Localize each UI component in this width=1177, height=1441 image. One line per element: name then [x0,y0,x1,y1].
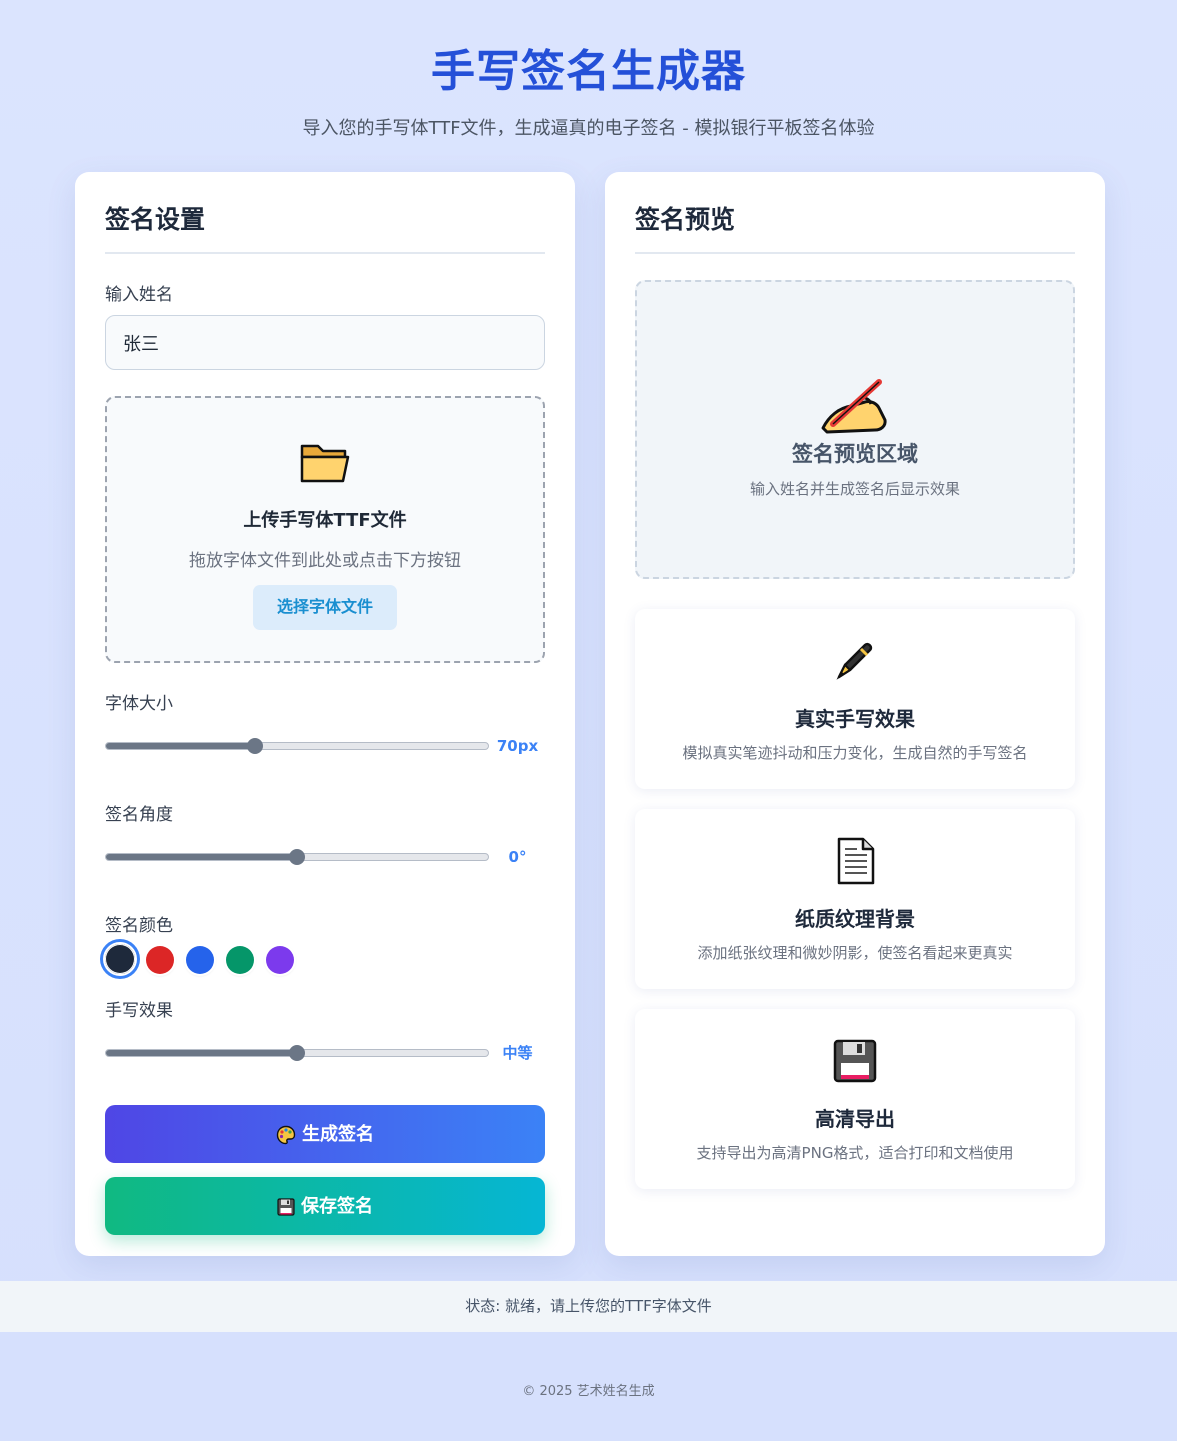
feature-title: 真实手写效果 [795,707,915,731]
status-bar: 状态: 就绪，请上传您的TTF字体文件 [0,1281,1177,1332]
color-swatch[interactable] [103,942,137,976]
font-size-slider-fill [106,743,255,749]
floppy-disk-icon [833,1039,877,1083]
angle-value: 0° [508,848,527,866]
page-header: 手写签名生成器 导入您的手写体TTF文件，生成逼真的电子签名 - 模拟银行平板签… [0,0,1177,172]
feature-card: 高清导出 支持导出为高清PNG格式，适合打印和文档使用 [635,1009,1075,1189]
feature-desc: 添加纸张纹理和微妙阴影，使签名看起来更真实 [697,944,1013,962]
angle-slider-thumb[interactable] [289,849,305,865]
footer: © 2025 艺术姓名生成 [522,1384,655,1399]
generate-signature-button[interactable]: 生成签名 [105,1105,545,1163]
effect-label: 手写效果 [105,1001,173,1021]
feature-desc: 模拟真实笔迹抖动和压力变化，生成自然的手写签名 [682,744,1028,762]
fountain-pen-icon [836,642,873,680]
font-upload-dropzone[interactable]: 上传手写体TTF文件 拖放字体文件到此处或点击下方按钮 选择字体文件 [105,396,545,663]
choose-font-button[interactable]: 选择字体文件 [252,585,397,630]
palette-icon [276,1126,296,1145]
color-swatch[interactable] [146,946,174,974]
angle-slider-row: 0° [105,845,545,875]
floppy-disk-icon [277,1198,295,1216]
save-signature-button[interactable]: 保存签名 [105,1177,545,1235]
page-subtitle: 导入您的手写体TTF文件，生成逼真的电子签名 - 模拟银行平板签名体验 [302,118,875,139]
effect-slider[interactable] [105,1045,489,1061]
save-label: 保存签名 [301,1196,373,1216]
paper-icon [837,837,875,885]
feature-card: 纸质纹理背景 添加纸张纹理和微妙阴影，使签名看起来更真实 [635,809,1075,989]
angle-slider-fill [106,854,297,860]
angle-label: 签名角度 [105,805,173,825]
color-swatch[interactable] [226,946,254,974]
preview-title: 签名预览 [635,202,1075,254]
color-swatches [103,942,545,978]
color-label: 签名颜色 [105,916,173,936]
upload-hint: 拖放字体文件到此处或点击下方按钮 [189,551,461,571]
font-size-slider-row: 70px [105,734,545,764]
folder-icon [300,444,350,483]
effect-slider-row: 中等 [105,1041,545,1071]
feature-title: 高清导出 [815,1107,895,1131]
color-swatch[interactable] [186,946,214,974]
generate-label: 生成签名 [302,1124,374,1144]
effect-slider-thumb[interactable] [289,1045,305,1061]
settings-title: 签名设置 [105,202,545,254]
angle-slider[interactable] [105,849,489,865]
font-size-slider-thumb[interactable] [246,738,263,754]
preview-area-title: 签名预览区域 [792,442,918,466]
color-swatch[interactable] [266,946,294,974]
signature-preview-area: 签名预览区域 输入姓名并生成签名后显示效果 [635,280,1075,579]
font-size-label: 字体大小 [105,694,173,714]
preview-panel: 签名预览 签名预览区域 输入姓名并生成签名后显示效果 真实手写效果 模拟真实笔迹… [605,172,1105,1256]
effect-value: 中等 [502,1044,533,1062]
upload-title: 上传手写体TTF文件 [243,510,407,531]
font-size-slider[interactable] [105,738,489,754]
name-label: 输入姓名 [105,285,173,305]
feature-title: 纸质纹理背景 [795,907,915,931]
font-size-value: 70px [496,737,539,755]
page-title: 手写签名生成器 [431,46,746,97]
feature-desc: 支持导出为高清PNG格式，适合打印和文档使用 [696,1144,1014,1162]
writing-hand-icon [821,379,887,434]
name-input[interactable] [105,315,545,370]
settings-panel: 签名设置 输入姓名 上传手写体TTF文件 拖放字体文件到此处或点击下方按钮 选择… [75,172,575,1256]
preview-area-hint: 输入姓名并生成签名后显示效果 [749,480,960,498]
effect-slider-fill [106,1050,297,1056]
feature-card: 真实手写效果 模拟真实笔迹抖动和压力变化，生成自然的手写签名 [635,609,1075,789]
